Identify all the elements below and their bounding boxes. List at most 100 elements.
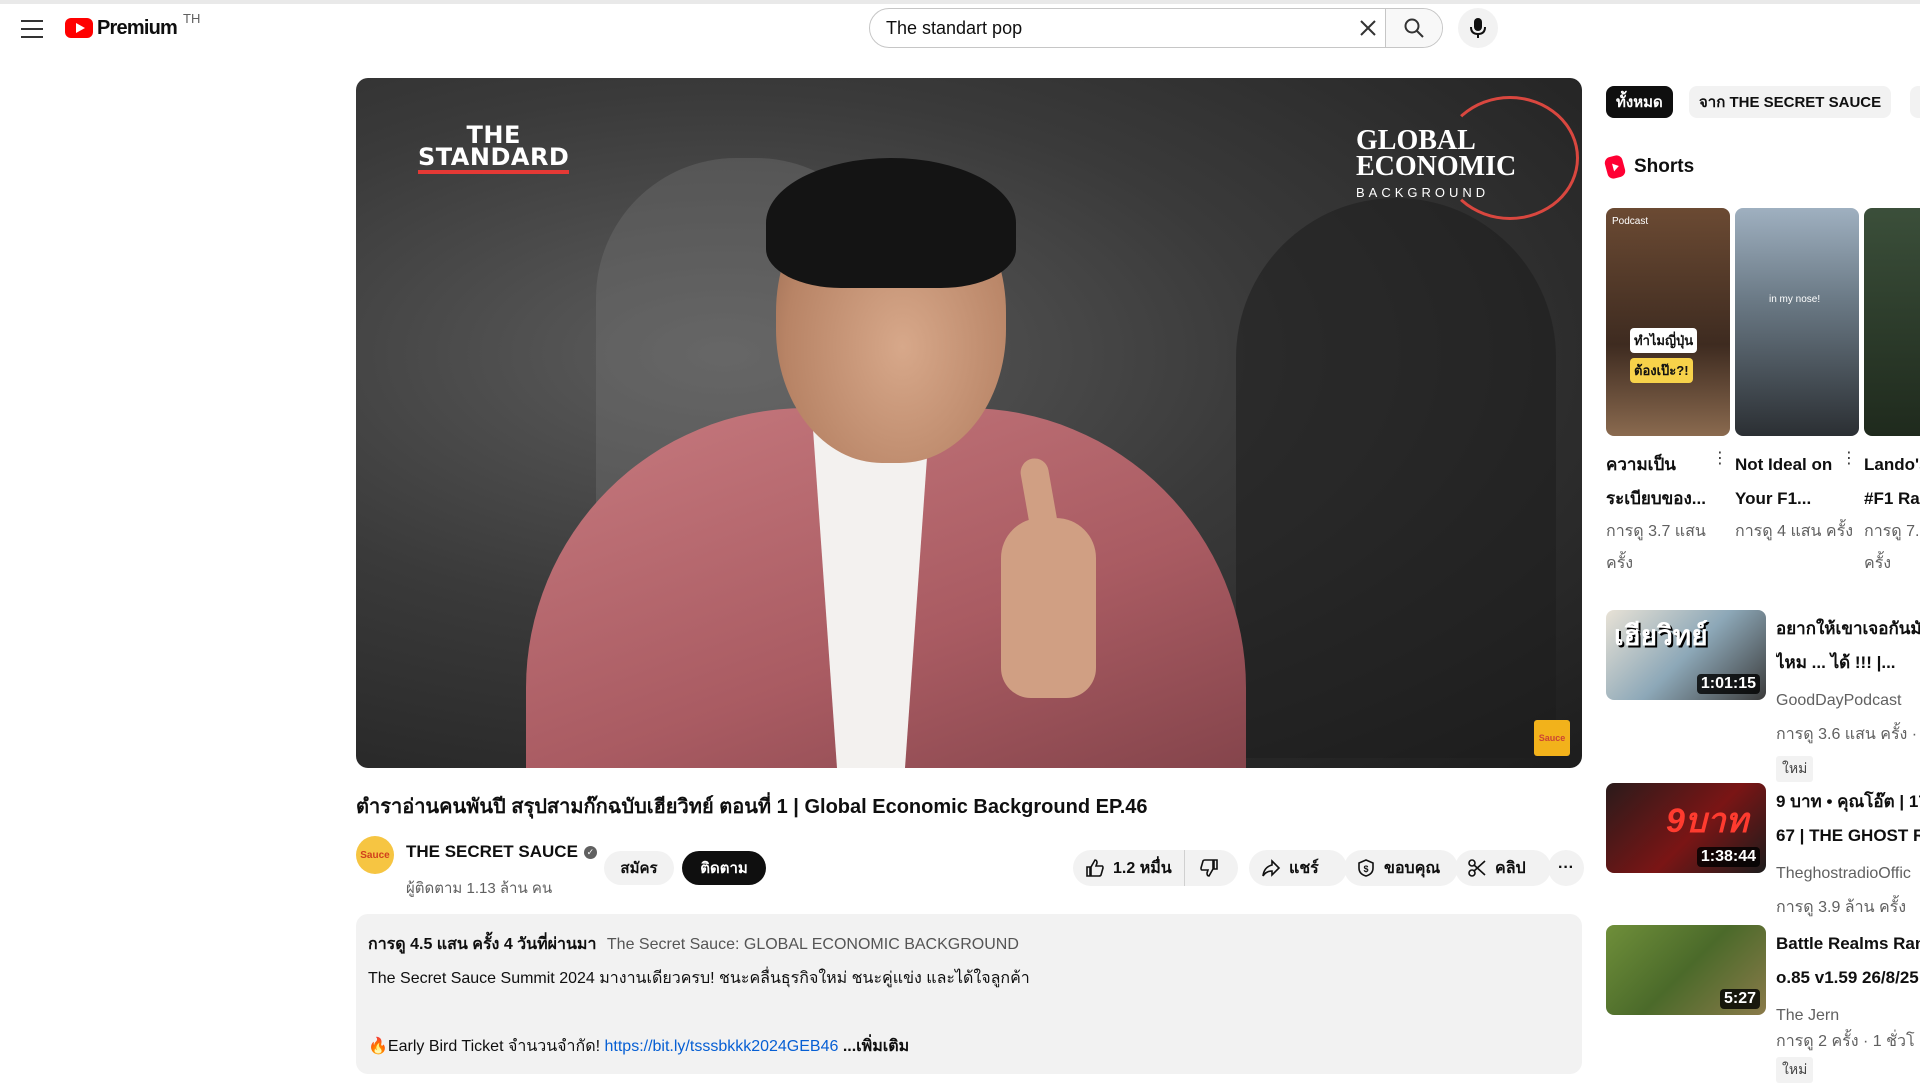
thumbnail-text: เฮียวิทย์ <box>1614 620 1708 651</box>
speaker-hair <box>766 158 1016 288</box>
share-label: แชร์ <box>1289 859 1319 877</box>
short-item[interactable]: Podcast ทำไมญี่ปุ่น ต้องเป๊ะ?! ⋮ ความเป็… <box>1606 208 1732 580</box>
video-views: การดู 3.9 ล้าน ครั้ง <box>1776 899 1907 916</box>
scissors-icon <box>1468 859 1486 877</box>
chip-next[interactable] <box>1910 86 1920 118</box>
channel-name[interactable]: THE SECRET SAUCE ✓ <box>406 842 597 862</box>
chip-from-channel[interactable]: จาก THE SECRET SAUCE <box>1689 86 1892 118</box>
shorts-label: Shorts <box>1634 156 1695 177</box>
youtube-premium-logo[interactable]: Premium TH <box>65 11 200 42</box>
new-badge: ใหม่ <box>1776 756 1814 782</box>
description-line: The Secret Sauce Summit 2024 มางานเดียวค… <box>368 970 1030 987</box>
description-box[interactable]: การดู 4.5 แสน ครั้ง 4 วันที่ผ่านมา The S… <box>356 914 1582 1074</box>
clip-label: คลิป <box>1495 859 1526 877</box>
short-thumbnail[interactable]: Podcast ทำไมญี่ปุ่น ต้องเป๊ะ?! <box>1606 208 1730 436</box>
thumbs-up-icon <box>1086 859 1104 877</box>
clip-button[interactable]: คลิป <box>1455 850 1551 886</box>
short-views: การดู 7. ครั้ง <box>1864 523 1920 572</box>
short-views: การดู 4 แสน ครั้ง <box>1735 523 1854 540</box>
thumbs-down-icon <box>1199 859 1218 877</box>
global-economic-logo: GLOBAL ECONOMIC BACKGROUND <box>1356 125 1517 201</box>
video-channel[interactable]: GoodDayPodcast <box>1776 692 1901 710</box>
video-title: ไหม ... ได้ !!! |... <box>1776 653 1896 672</box>
short-item[interactable]: Lando's#F1 Ra การดู 7.ครั้ง <box>1864 208 1920 580</box>
youtube-play-icon <box>65 18 93 38</box>
short-thumbnail[interactable]: in my nose! <box>1735 208 1859 436</box>
menu-icon[interactable] <box>18 14 46 42</box>
short-views: การดู 3.7 แสน ครั้ง <box>1606 523 1706 572</box>
short-title: Lando's#F1 Ra <box>1864 455 1920 508</box>
video-thumbnail[interactable]: 5:27 <box>1606 925 1766 1015</box>
video-title: Battle Realms Rand <box>1776 934 1920 953</box>
search-box <box>869 8 1443 48</box>
shorts-icon <box>1603 154 1627 180</box>
video-title: 67 | THE GHOST RA <box>1776 826 1920 845</box>
video-title: อยากให้เขาเจอกันมั <box>1776 619 1920 638</box>
search-button[interactable] <box>1385 9 1442 47</box>
shorts-header: Shorts <box>1603 154 1695 180</box>
like-count: 1.2 หมื่น <box>1113 859 1172 877</box>
thanks-button[interactable]: $ ขอบคุณ <box>1344 850 1458 886</box>
playlist-tag[interactable]: The Secret Sauce: GLOBAL ECONOMIC BACKGR… <box>607 936 1019 953</box>
new-badge: ใหม่ <box>1776 1057 1814 1083</box>
verified-icon: ✓ <box>583 846 597 860</box>
upload-time: 4 วันที่ผ่านมา <box>503 936 597 953</box>
video-thumbnail[interactable]: 9บาท 1:38:44 <box>1606 783 1766 873</box>
video-title: 9 บาท • คุณโอ๊ต | 17 <box>1776 792 1920 811</box>
description-text: 🔥Early Bird Ticket จำนวนจำกัด! <box>368 1038 605 1055</box>
short-thumbnail[interactable] <box>1864 208 1920 436</box>
video-views: การดู 2 ครั้ง · 1 ชั่วโ <box>1776 1033 1915 1050</box>
thumbnail-label: in my nose! <box>1769 294 1821 305</box>
speaker-hand <box>1001 518 1096 698</box>
like-dislike-group: 1.2 หมื่น <box>1073 850 1238 886</box>
microphone-icon <box>1470 18 1486 38</box>
masthead: Premium TH <box>0 0 1920 56</box>
related-video[interactable]: เฮียวิทย์ 1:01:15 อยากให้เขาเจอกันมั ไหม… <box>1606 610 1920 782</box>
chip-all[interactable]: ทั้งหมด <box>1606 86 1673 118</box>
more-actions-button[interactable]: ··· <box>1548 850 1584 886</box>
video-channel[interactable]: The Jern <box>1776 1007 1839 1025</box>
subscribe-button[interactable]: ติดตาม <box>682 851 766 885</box>
description-link[interactable]: https://bit.ly/tsssbkkk2024GEB46 <box>605 1038 839 1055</box>
related-video[interactable]: 5:27 Battle Realms Rand o.85 v1.59 26/8/… <box>1606 925 1920 1083</box>
subscriber-count: ผู้ติดตาม 1.13 ล้าน คน <box>406 880 553 897</box>
logo-text: Premium <box>97 16 178 39</box>
video-channel[interactable]: TheghostradioOffic <box>1776 865 1911 883</box>
search-icon <box>1404 18 1424 38</box>
dislike-button[interactable] <box>1185 850 1233 886</box>
video-title: o.85 v1.59 26/8/25 <box>1776 968 1919 987</box>
video-title: ตำราอ่านคนพันปี สรุปสามก๊กฉบับเฮียวิทย์ … <box>356 796 1148 818</box>
related-video[interactable]: 9บาท 1:38:44 9 บาท • คุณโอ๊ต | 17 67 | T… <box>1606 783 1920 916</box>
thumbnail-text: 9บาท <box>1666 802 1748 840</box>
view-count: การดู 4.5 แสน ครั้ง <box>368 936 500 953</box>
channel-avatar[interactable]: Sauce <box>356 836 394 874</box>
share-button[interactable]: แชร์ <box>1249 850 1347 886</box>
video-duration: 5:27 <box>1719 989 1760 1009</box>
more-horizontal-icon: ··· <box>1558 859 1574 876</box>
description-meta: การดู 4.5 แสน ครั้ง 4 วันที่ผ่านมา The S… <box>368 932 1019 957</box>
video-player[interactable]: THE STANDARD GLOBAL ECONOMIC BACKGROUND … <box>356 78 1582 768</box>
svg-text:$: $ <box>1363 864 1368 874</box>
search-input[interactable] <box>870 9 1351 47</box>
share-icon <box>1262 859 1281 877</box>
voice-search-button[interactable] <box>1458 8 1498 48</box>
show-more-button[interactable]: ...เพิ่มเติม <box>843 1038 909 1055</box>
thumbnail-caption: ต้องเป๊ะ?! <box>1630 358 1693 383</box>
more-vert-icon[interactable]: ⋮ <box>1841 448 1857 468</box>
short-item[interactable]: in my nose! ⋮ Not Ideal on Your F1... การ… <box>1735 208 1861 548</box>
video-thumbnail[interactable]: เฮียวิทย์ 1:01:15 <box>1606 610 1766 700</box>
clear-search-button[interactable] <box>1350 10 1385 46</box>
background-figure <box>1236 198 1556 758</box>
video-duration: 1:38:44 <box>1696 847 1760 867</box>
video-duration: 1:01:15 <box>1696 674 1760 694</box>
the-standard-logo: THE STANDARD <box>418 123 570 174</box>
channel-watermark[interactable]: Sauce <box>1534 720 1570 756</box>
super-thanks-icon: $ <box>1358 859 1374 877</box>
like-button[interactable]: 1.2 หมื่น <box>1073 850 1185 886</box>
thumbnail-label: Podcast <box>1612 216 1649 227</box>
join-button[interactable]: สมัคร <box>604 851 674 885</box>
close-icon <box>1360 20 1376 36</box>
more-vert-icon[interactable]: ⋮ <box>1712 448 1728 468</box>
description-line: 🔥Early Bird Ticket จำนวนจำกัด! https://b… <box>368 1034 909 1059</box>
video-views: การดู 3.6 แสน ครั้ง · <box>1776 726 1918 743</box>
